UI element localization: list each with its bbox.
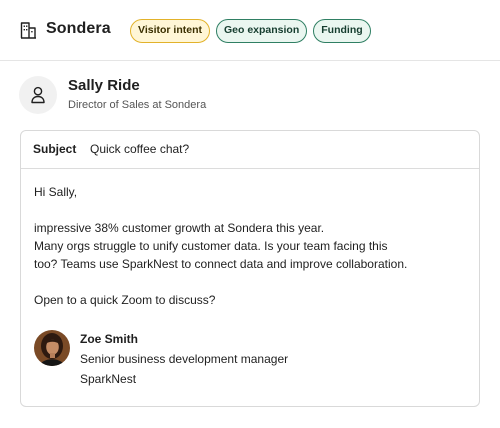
contact-title: Director of Sales at Sondera bbox=[68, 99, 207, 111]
user-icon bbox=[31, 86, 45, 104]
tag-geo-expansion[interactable]: Geo expansion bbox=[215, 19, 308, 43]
building-icon bbox=[20, 22, 36, 39]
header: Sondera Visitor intent Geo expansion Fun… bbox=[0, 0, 500, 61]
tag-visitor-intent[interactable]: Visitor intent bbox=[130, 19, 210, 43]
email-card: Subject Quick coffee chat? Hi Sally, imp… bbox=[20, 130, 480, 407]
subject-input[interactable]: Quick coffee chat? bbox=[90, 142, 189, 156]
email-closing: Open to a quick Zoom to discuss? bbox=[34, 293, 216, 307]
subject-label: Subject bbox=[33, 142, 77, 156]
signature-photo bbox=[34, 330, 70, 366]
signature-role: Senior business development manager bbox=[80, 352, 289, 366]
email-body-line: impressive 38% customer growth at Sonder… bbox=[34, 221, 325, 235]
tag-list: Visitor intent Geo expansion Funding bbox=[130, 19, 371, 43]
contact-name: Sally Ride bbox=[68, 77, 140, 94]
contact-avatar bbox=[19, 76, 57, 114]
email-body-line: Many orgs struggle to unify customer dat… bbox=[34, 239, 388, 253]
email-greeting: Hi Sally, bbox=[34, 185, 78, 199]
company-name: Sondera bbox=[46, 20, 111, 37]
signature-company: SparkNest bbox=[80, 372, 137, 386]
signature-name: Zoe Smith bbox=[80, 332, 139, 346]
email-body-line: too? Teams use SparkNest to connect data… bbox=[34, 257, 408, 271]
tag-funding[interactable]: Funding bbox=[313, 19, 371, 43]
subject-row[interactable]: Subject Quick coffee chat? bbox=[21, 131, 479, 169]
